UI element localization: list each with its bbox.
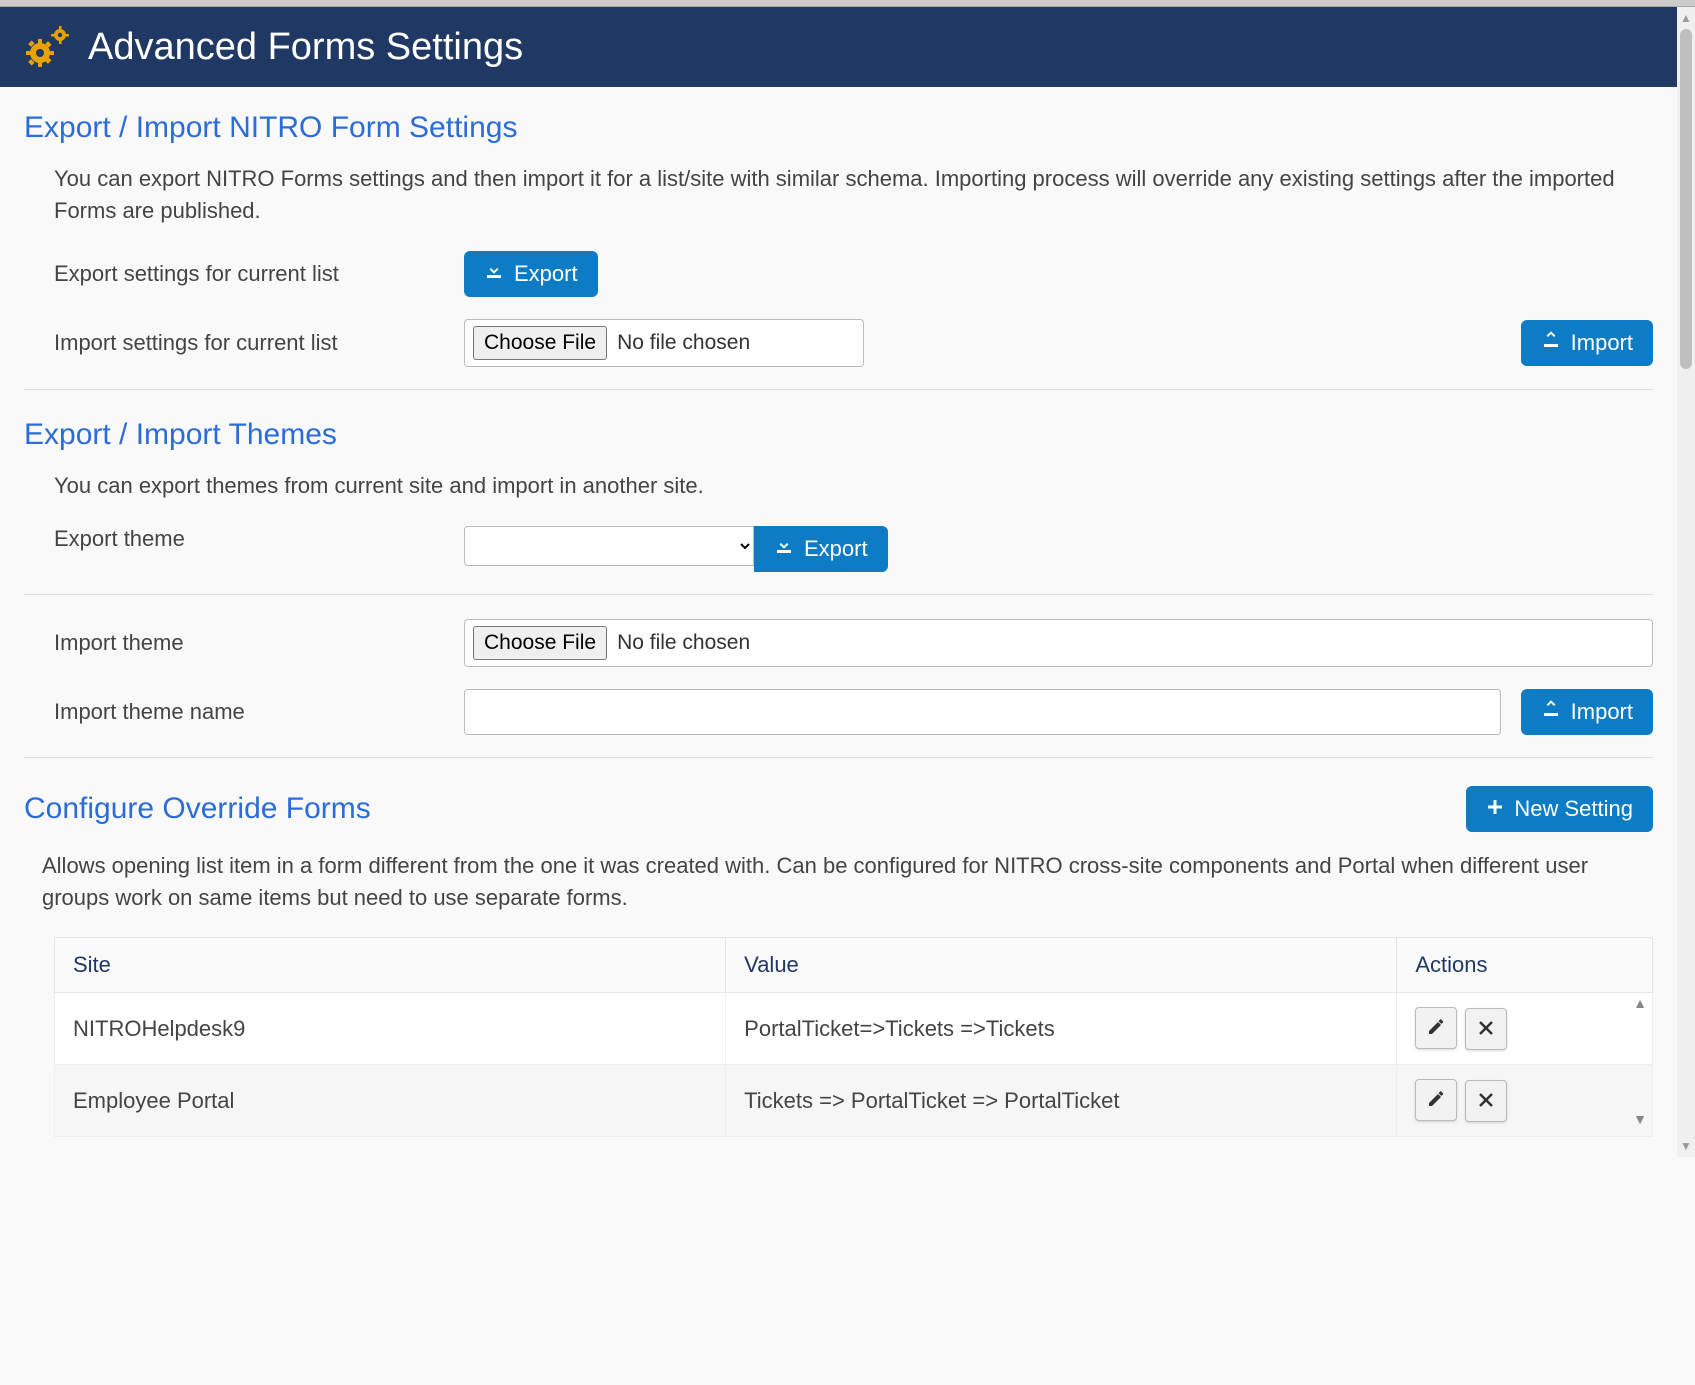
close-icon [1477,1019,1495,1040]
import-theme-label: Import theme [54,630,444,656]
import-settings-button[interactable]: Import [1521,320,1653,366]
window-top-chrome [0,0,1695,7]
page-header: Advanced Forms Settings [0,7,1677,87]
delete-row-button[interactable] [1465,1080,1507,1122]
scroll-up-icon[interactable]: ▲ [1680,7,1692,29]
import-settings-file-input[interactable]: Choose File No file chosen [464,319,864,367]
download-icon [484,261,504,287]
scroll-down-icon[interactable]: ▼ [1680,1135,1692,1157]
choose-file-button[interactable]: Choose File [473,626,607,660]
table-scroll-up-icon[interactable]: ▲ [1633,995,1647,1011]
import-theme-name-row: Import theme name Import [54,689,1653,735]
import-theme-name-input[interactable] [464,689,1501,735]
table-row: NITROHelpdesk9 PortalTicket=>Tickets =>T… [55,993,1653,1065]
section3-desc: Allows opening list item in a form diffe… [42,850,1653,914]
upload-icon [1541,330,1561,356]
close-icon [1477,1091,1495,1112]
col-header-site[interactable]: Site [55,938,726,993]
import-settings-row: Import settings for current list Choose … [54,319,1653,367]
file-status-text: No file chosen [617,631,750,655]
export-settings-label: Export settings for current list [54,261,444,287]
import-theme-name-label: Import theme name [54,699,444,725]
table-row: Employee Portal Tickets => PortalTicket … [55,1065,1653,1137]
cell-value: Tickets => PortalTicket => PortalTicket [726,1065,1397,1137]
export-theme-button[interactable]: Export [754,526,888,572]
table-scroll-down-icon[interactable]: ▼ [1633,1111,1647,1127]
cell-site: NITROHelpdesk9 [55,993,726,1065]
export-theme-button-label: Export [804,536,868,562]
cell-site: Employee Portal [55,1065,726,1137]
export-button-label: Export [514,261,578,287]
edit-row-button[interactable] [1415,1079,1457,1121]
section1-desc: You can export NITRO Forms settings and … [54,163,1653,227]
pencil-icon [1426,1017,1446,1040]
new-setting-button[interactable]: New Setting [1466,786,1653,832]
choose-file-button[interactable]: Choose File [473,326,607,360]
divider [24,757,1653,758]
file-status-text: No file chosen [617,331,750,355]
page-title: Advanced Forms Settings [88,26,523,69]
import-theme-button-label: Import [1571,699,1633,725]
cell-value: PortalTicket=>Tickets =>Tickets [726,993,1397,1065]
export-theme-label: Export theme [54,526,444,572]
pencil-icon [1426,1089,1446,1112]
delete-row-button[interactable] [1465,1008,1507,1050]
section1-title: Export / Import NITRO Form Settings [24,111,1653,145]
edit-row-button[interactable] [1415,1007,1457,1049]
divider [24,389,1653,390]
section2-title: Export / Import Themes [24,418,1653,452]
export-settings-row: Export settings for current list Export [54,251,1653,297]
divider [24,594,1653,595]
override-forms-table: Site Value Actions NITROHelpdesk9 Portal… [54,937,1653,1137]
import-theme-row: Import theme Choose File No file chosen [54,619,1653,667]
export-settings-button[interactable]: Export [464,251,598,297]
download-icon [774,536,794,562]
col-header-actions: Actions [1397,938,1653,993]
scroll-track[interactable] [1677,29,1695,1135]
import-button-label: Import [1571,330,1633,356]
upload-icon [1541,699,1561,725]
section3-title: Configure Override Forms [24,792,371,826]
plus-icon [1486,796,1504,822]
import-settings-label: Import settings for current list [54,330,444,356]
export-theme-select[interactable] [464,526,754,566]
col-header-value[interactable]: Value [726,938,1397,993]
new-setting-button-label: New Setting [1514,796,1633,822]
page-scrollbar[interactable]: ▲ ▼ [1677,7,1695,1157]
export-theme-row: Export theme Export [54,526,1653,572]
import-theme-button[interactable]: Import [1521,689,1653,735]
scroll-thumb[interactable] [1680,29,1692,369]
gears-icon [22,25,70,69]
section2-desc: You can export themes from current site … [54,470,1653,502]
import-theme-file-input[interactable]: Choose File No file chosen [464,619,1653,667]
